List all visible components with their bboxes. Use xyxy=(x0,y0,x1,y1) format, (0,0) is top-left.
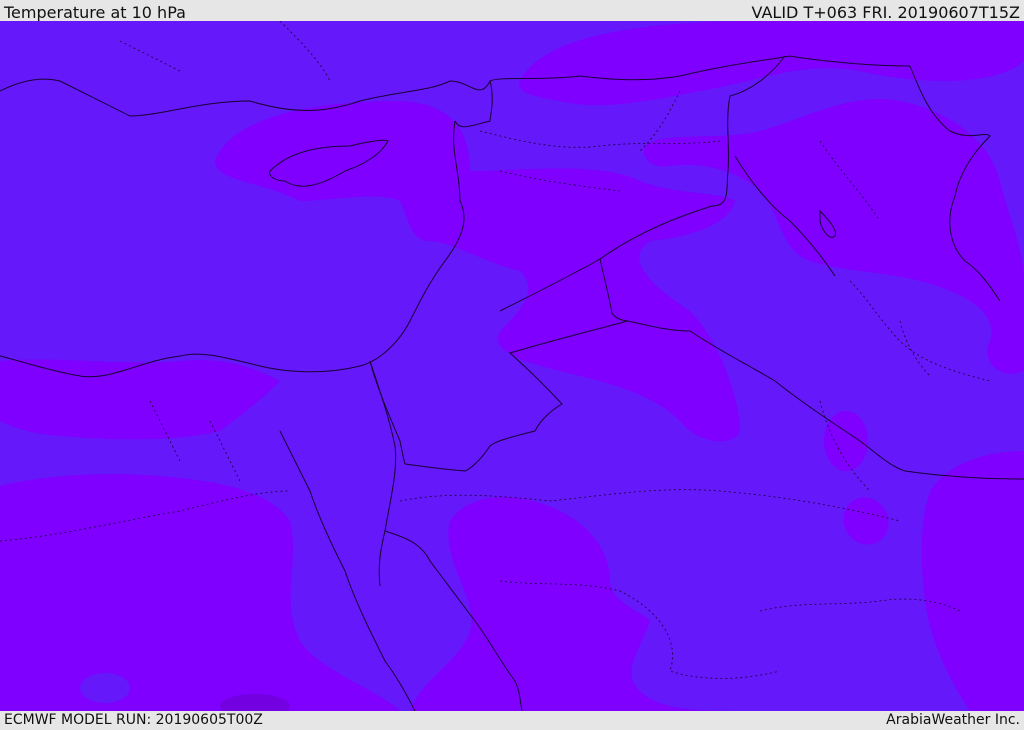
footer-bar: ECMWF MODEL RUN: 20190605T00Z ArabiaWeat… xyxy=(0,711,1024,729)
warm-spot-gulf xyxy=(824,411,868,471)
header-bar: Temperature at 10 hPa VALID T+063 FRI. 2… xyxy=(0,0,1024,22)
model-run: ECMWF MODEL RUN: 20190605T00Z xyxy=(4,712,263,728)
weather-map[interactable] xyxy=(0,21,1024,711)
temperature-field-svg xyxy=(0,21,1024,711)
cool-spot-sw xyxy=(80,673,130,703)
credit: ArabiaWeather Inc. xyxy=(886,712,1020,728)
